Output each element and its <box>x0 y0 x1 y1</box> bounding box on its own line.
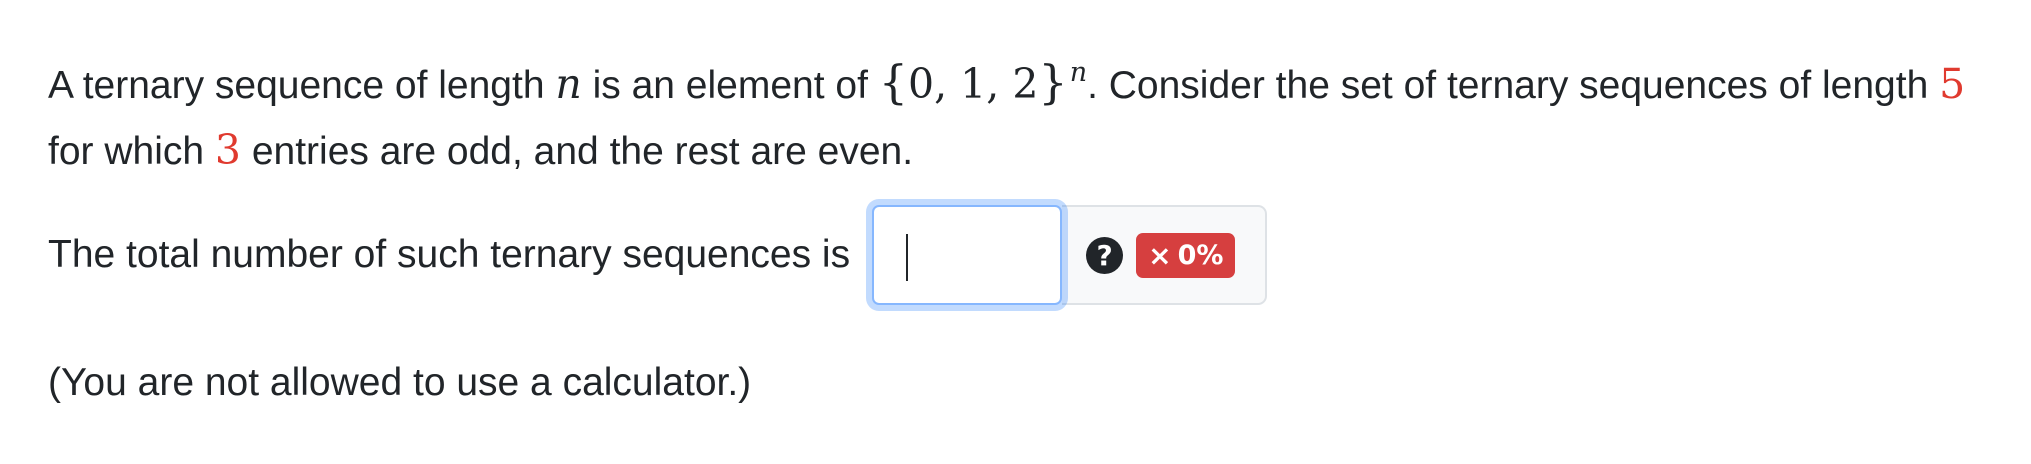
question-text-part1: A ternary sequence of length <box>48 64 556 107</box>
question-paragraph-1: A ternary sequence of length n is an ele… <box>48 52 2008 182</box>
question-text-part3: . Consider the set of ternary sequences … <box>1087 64 1940 107</box>
answer-input-group: ? × 0% <box>872 205 1268 305</box>
math-set-close-brace: } <box>1038 55 1068 109</box>
math-variable-n: n <box>555 60 582 108</box>
answer-status-addon: ? × 0% <box>1062 205 1268 305</box>
math-set-open-brace: { <box>878 55 909 109</box>
answer-line: The total number of such ternary sequenc… <box>48 205 1268 305</box>
answer-input[interactable] <box>872 205 1063 305</box>
question-text-part2: is an element of <box>581 64 879 107</box>
question-text-part4: for which <box>48 130 215 173</box>
score-badge: × 0% <box>1136 232 1236 278</box>
odd-count-parameter: 3 <box>214 126 241 174</box>
answer-prompt: The total number of such ternary sequenc… <box>48 233 851 276</box>
question-mark-help-icon[interactable]: ? <box>1086 236 1124 274</box>
math-set-elements: 0, 1, 2 <box>908 60 1039 108</box>
score-badge-label: 0% <box>1177 239 1224 271</box>
question-text: A ternary sequence of length n is an ele… <box>48 52 2008 182</box>
x-mark-icon: × <box>1148 238 1172 272</box>
math-exponent-n: n <box>1069 57 1088 88</box>
math-set-expression: {0, 1, 2}n <box>879 55 1088 109</box>
question-text-part5: entries are odd, and the rest are even. <box>241 130 914 173</box>
calculator-note: (You are not allowed to use a calculator… <box>48 361 752 404</box>
text-cursor <box>906 234 909 281</box>
length-parameter: 5 <box>1939 60 1966 108</box>
